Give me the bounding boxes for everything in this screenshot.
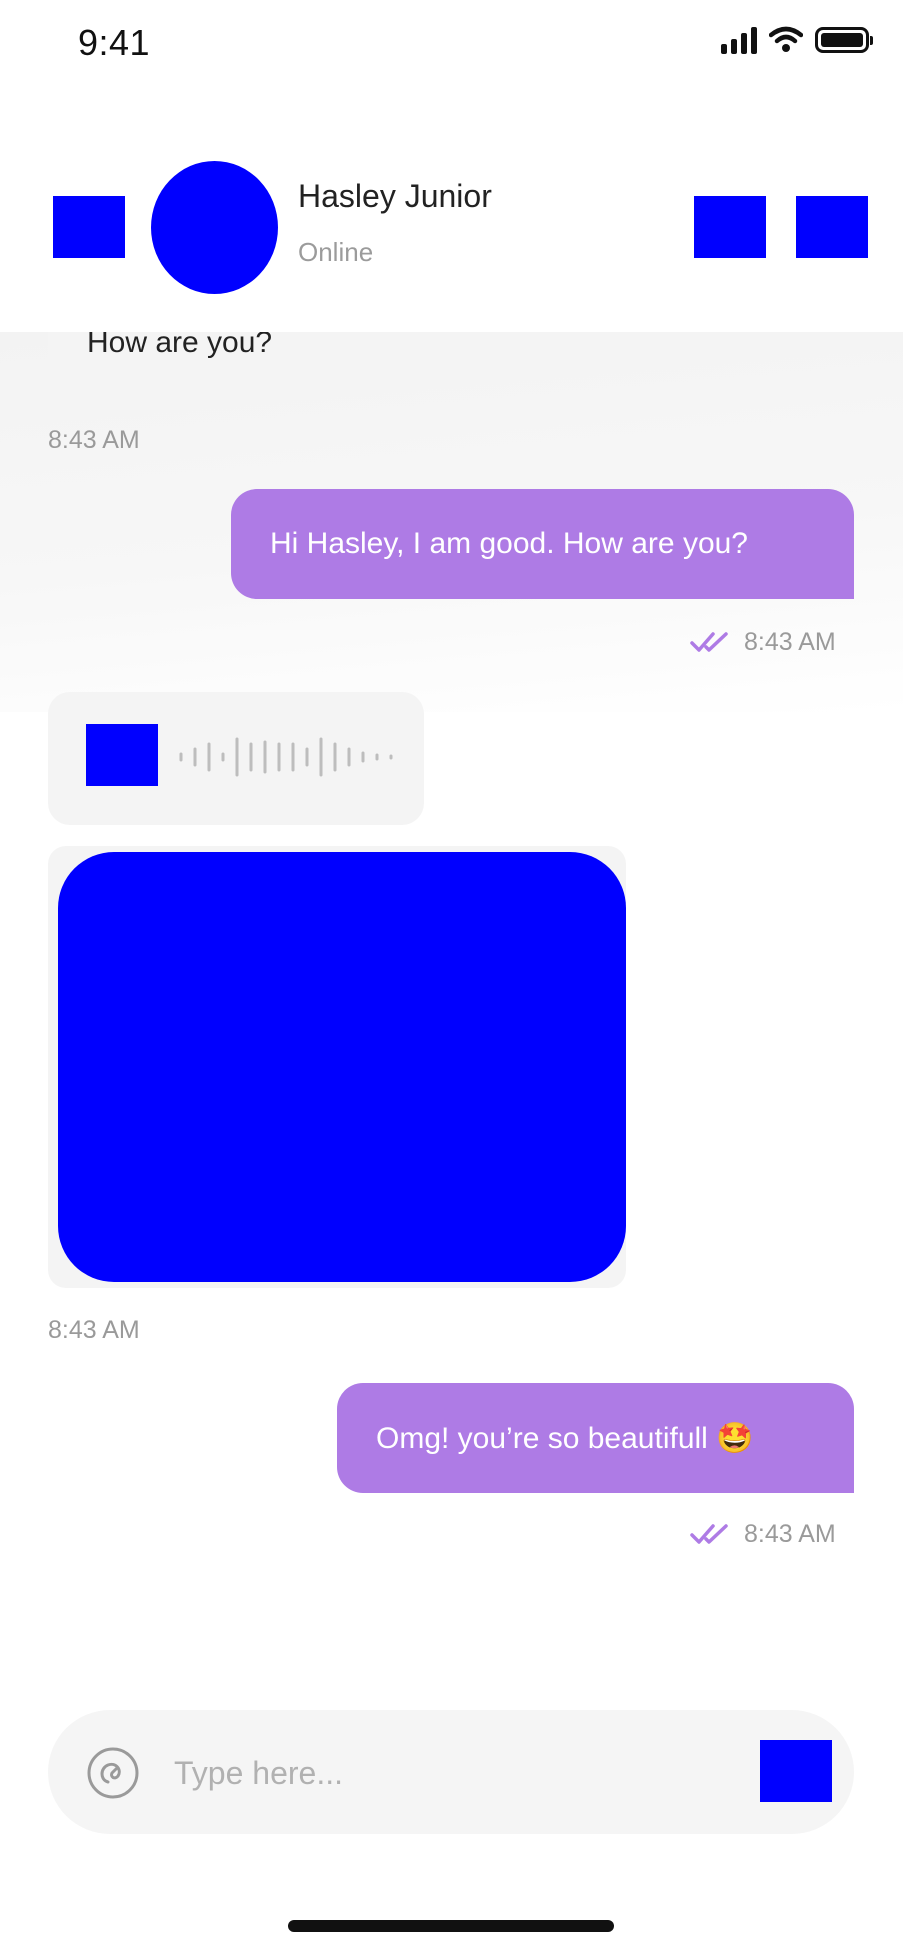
home-indicator[interactable] bbox=[288, 1920, 614, 1932]
message-time: 8:43 AM bbox=[48, 1316, 140, 1344]
message-composer bbox=[48, 1710, 854, 1834]
play-icon[interactable] bbox=[86, 724, 158, 786]
read-receipt-icon bbox=[690, 1524, 728, 1544]
message-time: 8:43 AM bbox=[744, 1520, 836, 1548]
message-text: Omg! you’re so beautifull 🤩 bbox=[376, 1422, 754, 1455]
avatar[interactable] bbox=[151, 161, 278, 294]
message-time: 8:43 AM bbox=[744, 628, 836, 656]
attach-icon[interactable] bbox=[86, 1746, 140, 1800]
send-icon[interactable] bbox=[760, 1740, 832, 1802]
message-text: Hi Hasley, I am good. How are you? bbox=[270, 527, 748, 560]
waveform-icon bbox=[179, 737, 393, 777]
image-message-bubble bbox=[48, 846, 626, 1288]
signal-icon bbox=[721, 26, 757, 54]
status-icons bbox=[721, 26, 873, 54]
outgoing-message-bubble: Hi Hasley, I am good. How are you? bbox=[231, 489, 854, 599]
battery-icon bbox=[815, 27, 873, 53]
message-time: 8:43 AM bbox=[48, 426, 140, 454]
message-input[interactable] bbox=[172, 1740, 676, 1806]
status-time: 9:41 bbox=[78, 22, 151, 63]
voice-message-bubble bbox=[48, 692, 424, 825]
contact-status: Online bbox=[298, 237, 374, 267]
contact-name: Hasley Junior bbox=[298, 178, 492, 214]
photo-image[interactable] bbox=[58, 852, 626, 1282]
call-icon[interactable] bbox=[694, 196, 766, 258]
video-call-icon[interactable] bbox=[796, 196, 868, 258]
outgoing-message-bubble: Omg! you’re so beautifull 🤩 bbox=[337, 1383, 854, 1493]
read-receipt-icon bbox=[690, 632, 728, 652]
status-bar: 9:41 bbox=[0, 0, 903, 90]
chat-header: Hasley Junior Online bbox=[0, 90, 903, 332]
back-icon[interactable] bbox=[53, 196, 125, 258]
wifi-icon bbox=[769, 26, 803, 52]
